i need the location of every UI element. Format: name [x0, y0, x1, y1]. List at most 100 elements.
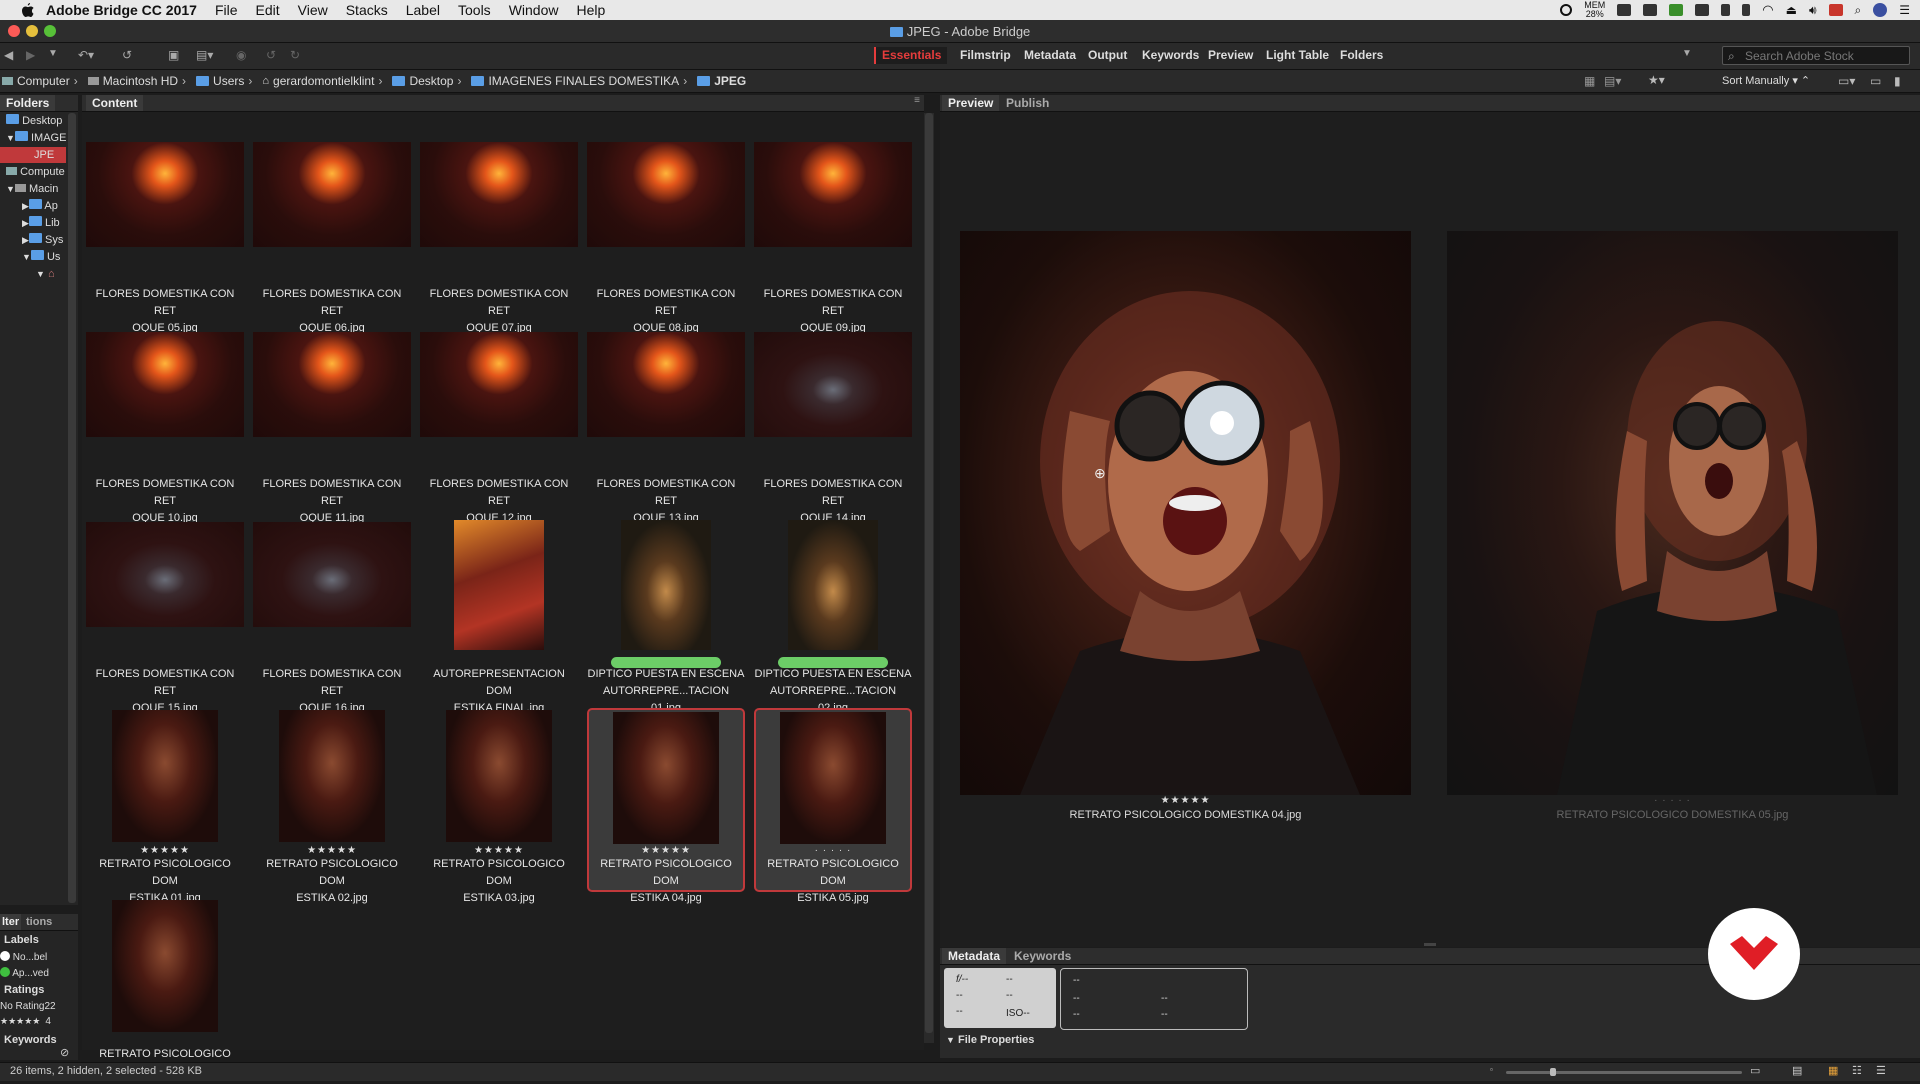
- thumbnail-image[interactable]: [253, 332, 411, 437]
- back-arrow-icon[interactable]: ◀: [4, 48, 13, 64]
- preview-image-2-rating[interactable]: · · · · ·: [1447, 795, 1898, 806]
- workspace-folders[interactable]: Folders: [1334, 47, 1389, 64]
- folder-row-computer[interactable]: Compute: [6, 164, 65, 180]
- expand-triangle-icon[interactable]: ▼: [6, 133, 15, 143]
- thumbnail-cell[interactable]: ★★★★★ RETRATO PSICOLOGICO DOM ESTIKA 03.jp…: [420, 710, 578, 904]
- thumbnail-rating[interactable]: ★★★★★: [589, 845, 743, 856]
- thumbnail-cell[interactable]: DIPTICO PUESTA EN ESCENA AUTORREPRE...TAC…: [587, 520, 745, 714]
- menu-file[interactable]: File: [215, 2, 238, 18]
- tab-metadata[interactable]: Metadata: [942, 948, 1007, 964]
- thumbnail-image[interactable]: [780, 712, 886, 844]
- nvidia-icon[interactable]: [1669, 4, 1684, 16]
- thumbnail-cell[interactable]: FLORES DOMESTIKA CON RET OQUE 15.jpg: [86, 520, 244, 714]
- menu-tools[interactable]: Tools: [458, 2, 491, 18]
- breadcrumb-computer[interactable]: Computer: [17, 74, 70, 88]
- folder-row-imagenes[interactable]: ▼ IMAGE: [6, 130, 66, 146]
- thumbnail-cell[interactable]: DIPTICO PUESTA EN ESCENA AUTORREPRE...TAC…: [754, 520, 912, 714]
- thumbnail-image[interactable]: [253, 142, 411, 247]
- preview-image-2[interactable]: [1447, 231, 1898, 795]
- view-grid-lock-icon[interactable]: ▤: [1792, 1064, 1802, 1077]
- thumbnail-rating[interactable]: ★★★★★: [86, 845, 244, 856]
- thumbnail-cell[interactable]: FLORES DOMESTIKA CON RET OQUE 14.jpg: [754, 330, 912, 524]
- thumbnail-image[interactable]: [112, 710, 218, 842]
- tab-filter[interactable]: lter: [0, 914, 22, 930]
- expand-triangle-icon[interactable]: ▼: [36, 269, 45, 279]
- tab-keywords[interactable]: Keywords: [1008, 948, 1077, 964]
- content-scrollbar-thumb[interactable]: [925, 113, 933, 1033]
- thumbnail-cell[interactable]: AUTOREPRESENTACION DOM ESTIKA FINAL.jpg: [420, 520, 578, 714]
- quality-icon[interactable]: ▦: [1584, 74, 1595, 88]
- thumbnail-image[interactable]: [754, 142, 912, 247]
- filter-no-rating[interactable]: No Rating22: [0, 1001, 56, 1012]
- thumbnail-cell[interactable]: ★★★★★ RETRATO PSICOLOGICO DOM ESTIKA 01.jp…: [86, 710, 244, 904]
- recent-dropdown-icon[interactable]: ▼: [48, 48, 58, 64]
- thumbnail-cell[interactable]: ★★★★★ RETRATO PSICOLOGICO DOM ESTIKA 04.jp…: [587, 708, 745, 904]
- memory-indicator[interactable]: MEM 28%: [1584, 1, 1605, 19]
- filter-label-approved[interactable]: Ap...ved: [0, 967, 49, 979]
- folder-row-system[interactable]: ▶ Sys: [22, 232, 63, 248]
- notification-center-icon[interactable]: ☰: [1899, 3, 1910, 17]
- thumbnail-image[interactable]: [420, 332, 578, 437]
- view-details-icon[interactable]: ☷: [1852, 1064, 1862, 1077]
- search-input[interactable]: ⌕ Search Adobe Stock: [1722, 46, 1910, 65]
- thumbnail-image[interactable]: [613, 712, 719, 844]
- workspace-keywords[interactable]: Keywords: [1136, 47, 1205, 64]
- lock-icon[interactable]: [1721, 4, 1731, 16]
- tab-publish[interactable]: Publish: [1000, 95, 1055, 111]
- thumbnail-cell[interactable]: FLORES DOMESTIKA CON RET OQUE 06.jpg: [253, 140, 411, 334]
- folder-row-library[interactable]: ▶ Lib: [22, 215, 60, 231]
- menu-stacks[interactable]: Stacks: [346, 2, 388, 18]
- thumbnail-cell[interactable]: FLORES DOMESTIKA CON RET OQUE 07.jpg: [420, 140, 578, 334]
- open-in-camera-raw-icon[interactable]: ◉: [236, 48, 246, 64]
- eject-icon[interactable]: ⏏: [1786, 3, 1797, 17]
- breadcrumb-macintosh-hd[interactable]: Macintosh HD: [103, 74, 178, 88]
- thumbnail-image[interactable]: [587, 332, 745, 437]
- thumbnail-image[interactable]: [621, 520, 711, 650]
- menu-window[interactable]: Window: [509, 2, 559, 18]
- thumbnail-cell[interactable]: ★★★★★ RETRATO PSICOLOGICO DOM ESTIKA 02.jp…: [253, 710, 411, 904]
- bluetooth-icon[interactable]: [1742, 4, 1751, 16]
- menu-edit[interactable]: Edit: [256, 2, 280, 18]
- flag-icon[interactable]: [1828, 4, 1843, 16]
- thumbnail-cell[interactable]: FLORES DOMESTIKA CON RET OQUE 10.jpg: [86, 330, 244, 524]
- filter-five-star[interactable]: ★★★★★ 4: [0, 1016, 51, 1027]
- workspace-essentials[interactable]: Essentials: [874, 47, 948, 64]
- thumbnail-cell[interactable]: FLORES DOMESTIKA CON RET OQUE 16.jpg: [253, 520, 411, 714]
- folders-scrollbar[interactable]: [68, 113, 76, 903]
- breadcrumb-home[interactable]: gerardomontielklint: [273, 74, 374, 88]
- file-properties-section[interactable]: ▼ File Properties: [946, 1034, 1034, 1046]
- menu-view[interactable]: View: [298, 2, 328, 18]
- cloud-icon[interactable]: [1617, 4, 1632, 16]
- thumbnail-image[interactable]: [86, 142, 244, 247]
- rating-filter-icon[interactable]: ★▾: [1648, 73, 1665, 87]
- thumbnail-image[interactable]: [754, 332, 912, 437]
- thumbnail-cell[interactable]: FLORES DOMESTIKA CON RET OQUE 13.jpg: [587, 330, 745, 524]
- thumbnail-rating[interactable]: · · · · ·: [756, 845, 910, 856]
- folder-row-home[interactable]: ▼ ⌂: [36, 266, 55, 282]
- record-icon[interactable]: [1560, 4, 1573, 16]
- thumbnail-image[interactable]: [454, 520, 544, 650]
- volume-icon[interactable]: 🔊︎: [1809, 3, 1817, 18]
- thumbnail-rating[interactable]: ★★★★★: [253, 845, 411, 856]
- filter-label-no-label[interactable]: No...bel: [0, 951, 47, 963]
- folder-row-macintosh[interactable]: ▼ Macin: [6, 181, 58, 197]
- breadcrumb-jpeg[interactable]: JPEG: [714, 74, 746, 88]
- thumbnail-image[interactable]: [446, 710, 552, 842]
- thumbnail-image[interactable]: [279, 710, 385, 842]
- expand-triangle-icon[interactable]: ▶: [22, 235, 29, 245]
- thumbnail-image[interactable]: [788, 520, 878, 650]
- thumbnail-size-slider-knob[interactable]: [1550, 1068, 1556, 1076]
- tab-folders[interactable]: Folders: [0, 95, 56, 111]
- tab-preview[interactable]: Preview: [942, 95, 1000, 111]
- creative-cloud-icon[interactable]: [1643, 4, 1658, 16]
- breadcrumb-desktop[interactable]: Desktop: [409, 74, 453, 88]
- dropbox-icon[interactable]: [1695, 4, 1710, 16]
- boomerang-icon[interactable]: ↶▾: [78, 48, 94, 64]
- breadcrumb-imagenes[interactable]: IMAGENES FINALES DOMESTIKA: [488, 74, 679, 88]
- thumbnail-image[interactable]: [587, 142, 745, 247]
- thumbnail-cell[interactable]: FLORES DOMESTIKA CON RET OQUE 09.jpg: [754, 140, 912, 334]
- thumbnail-image[interactable]: [253, 522, 411, 627]
- refine-icon[interactable]: ▤▾: [196, 48, 213, 64]
- delete-icon[interactable]: ▮: [1894, 74, 1901, 88]
- menu-help[interactable]: Help: [576, 2, 605, 18]
